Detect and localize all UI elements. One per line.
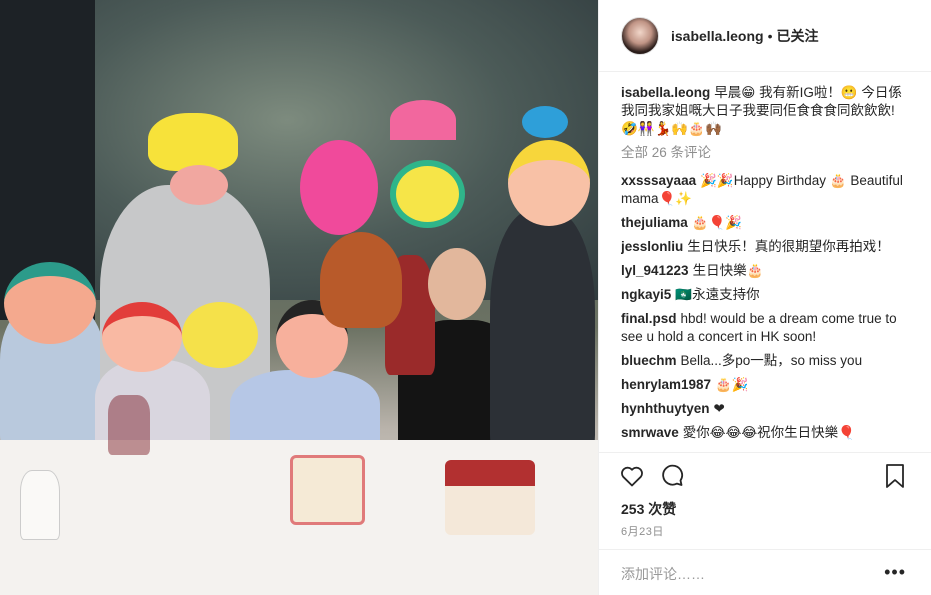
following-button[interactable]: 已关注 bbox=[777, 26, 819, 46]
comment-row: ngkayi5 🇲🇴永遠支持你 bbox=[621, 286, 911, 304]
comment-username[interactable]: thejuliama bbox=[621, 215, 688, 230]
comment-text: 生日快乐！真的很期望你再拍戏！ bbox=[687, 239, 890, 254]
view-all-comments-link[interactable]: 全部 26 条评论 bbox=[621, 144, 911, 162]
post-detail-panel: isabella.leong • 已关注 isabella.leong 早晨😁 我… bbox=[598, 0, 931, 595]
comment-text: 生日快樂🎂 bbox=[692, 263, 764, 278]
comment-row: lyl_941223 生日快樂🎂 bbox=[621, 262, 911, 280]
sticker-umbrella bbox=[390, 100, 456, 140]
comment-row: jesslonliu 生日快乐！真的很期望你再拍戏！ bbox=[621, 238, 911, 256]
sticker-afro-face bbox=[320, 232, 402, 328]
face-woman bbox=[428, 248, 486, 320]
comment-row: bluechm Bella...多po一點，so miss you bbox=[621, 352, 911, 370]
comment-username[interactable]: hynhthuytyen bbox=[621, 401, 710, 416]
person-right bbox=[490, 210, 595, 460]
action-icons bbox=[619, 463, 685, 489]
comment-text: 🎂🎈🎉 bbox=[691, 215, 743, 230]
header-username[interactable]: isabella.leong bbox=[671, 28, 764, 44]
comment-username[interactable]: jesslonliu bbox=[621, 239, 683, 254]
sticker-blue-bird bbox=[522, 106, 568, 138]
comment-row: smrwave 愛你😂😂😂祝你生日快樂🎈 bbox=[621, 424, 911, 442]
comment-row: xxsssayaaa 🎉🎉Happy Birthday 🎂 Beautiful m… bbox=[621, 172, 911, 208]
post-date[interactable]: 6月23日 bbox=[621, 523, 664, 539]
comment-input[interactable] bbox=[621, 564, 861, 584]
post-actions: 253 次赞 6月23日 ••• bbox=[599, 452, 931, 595]
bookmark-icon[interactable] bbox=[884, 463, 910, 489]
comment-username[interactable]: final.psd bbox=[621, 311, 677, 326]
comment-row: henrylam1987 🎂🎉 bbox=[621, 376, 911, 394]
comment-username[interactable]: lyl_941223 bbox=[621, 263, 689, 278]
comment-text: ❤ bbox=[713, 401, 725, 416]
sticker-yellow-blob bbox=[148, 113, 238, 171]
comment-text: 愛你😂😂😂祝你生日快樂🎈 bbox=[682, 425, 855, 440]
heart-icon[interactable] bbox=[619, 463, 645, 489]
comment-username[interactable]: henrylam1987 bbox=[621, 377, 711, 392]
post-photo[interactable] bbox=[0, 0, 598, 595]
comment-row: hynhthuytyen ❤ bbox=[621, 400, 911, 418]
sticker-top-hat-man bbox=[4, 262, 96, 344]
post-header: isabella.leong • 已关注 bbox=[599, 0, 931, 72]
comment-username[interactable]: xxsssayaaa bbox=[621, 173, 696, 188]
add-comment-bar: ••• bbox=[599, 549, 931, 595]
sticker-red-cap-kid bbox=[102, 302, 182, 372]
comment-text: 🇲🇴永遠支持你 bbox=[675, 287, 760, 302]
wine-glass-center bbox=[108, 395, 150, 455]
likes-count[interactable]: 253 次赞 bbox=[621, 499, 676, 519]
comment-text: 🎂🎉 bbox=[715, 377, 749, 392]
sticker-hey-bubble bbox=[182, 302, 258, 368]
avatar[interactable] bbox=[621, 16, 659, 55]
comment-icon[interactable] bbox=[659, 463, 685, 489]
caption: isabella.leong 早晨😁 我有新IG啦！😬 今日係我同我家姐嘅大日子我… bbox=[621, 84, 911, 138]
sticker-pink-duck bbox=[300, 140, 378, 235]
comment-row: thejuliama 🎂🎈🎉 bbox=[621, 214, 911, 232]
comment-row: final.psd hbd! would be a dream come true… bbox=[621, 310, 911, 346]
comment-text: Bella...多po一點，so miss you bbox=[680, 353, 863, 368]
comment-username[interactable]: bluechm bbox=[621, 353, 677, 368]
birthday-cake-37 bbox=[290, 455, 365, 525]
sticker-green-yellow bbox=[390, 160, 465, 228]
sticker-blonde-girl bbox=[508, 140, 590, 226]
comments-list[interactable]: isabella.leong 早晨😁 我有新IG啦！😬 今日係我同我家姐嘅大日子我… bbox=[621, 84, 911, 452]
comment-username[interactable]: smrwave bbox=[621, 425, 679, 440]
birthday-cake-30 bbox=[445, 460, 535, 535]
caption-username[interactable]: isabella.leong bbox=[621, 85, 710, 100]
comment-username[interactable]: ngkayi5 bbox=[621, 287, 671, 302]
wine-glass-left bbox=[20, 470, 60, 540]
header-separator: • bbox=[767, 27, 773, 44]
more-options-icon[interactable]: ••• bbox=[884, 562, 906, 583]
sticker-mouth-face bbox=[170, 165, 228, 205]
